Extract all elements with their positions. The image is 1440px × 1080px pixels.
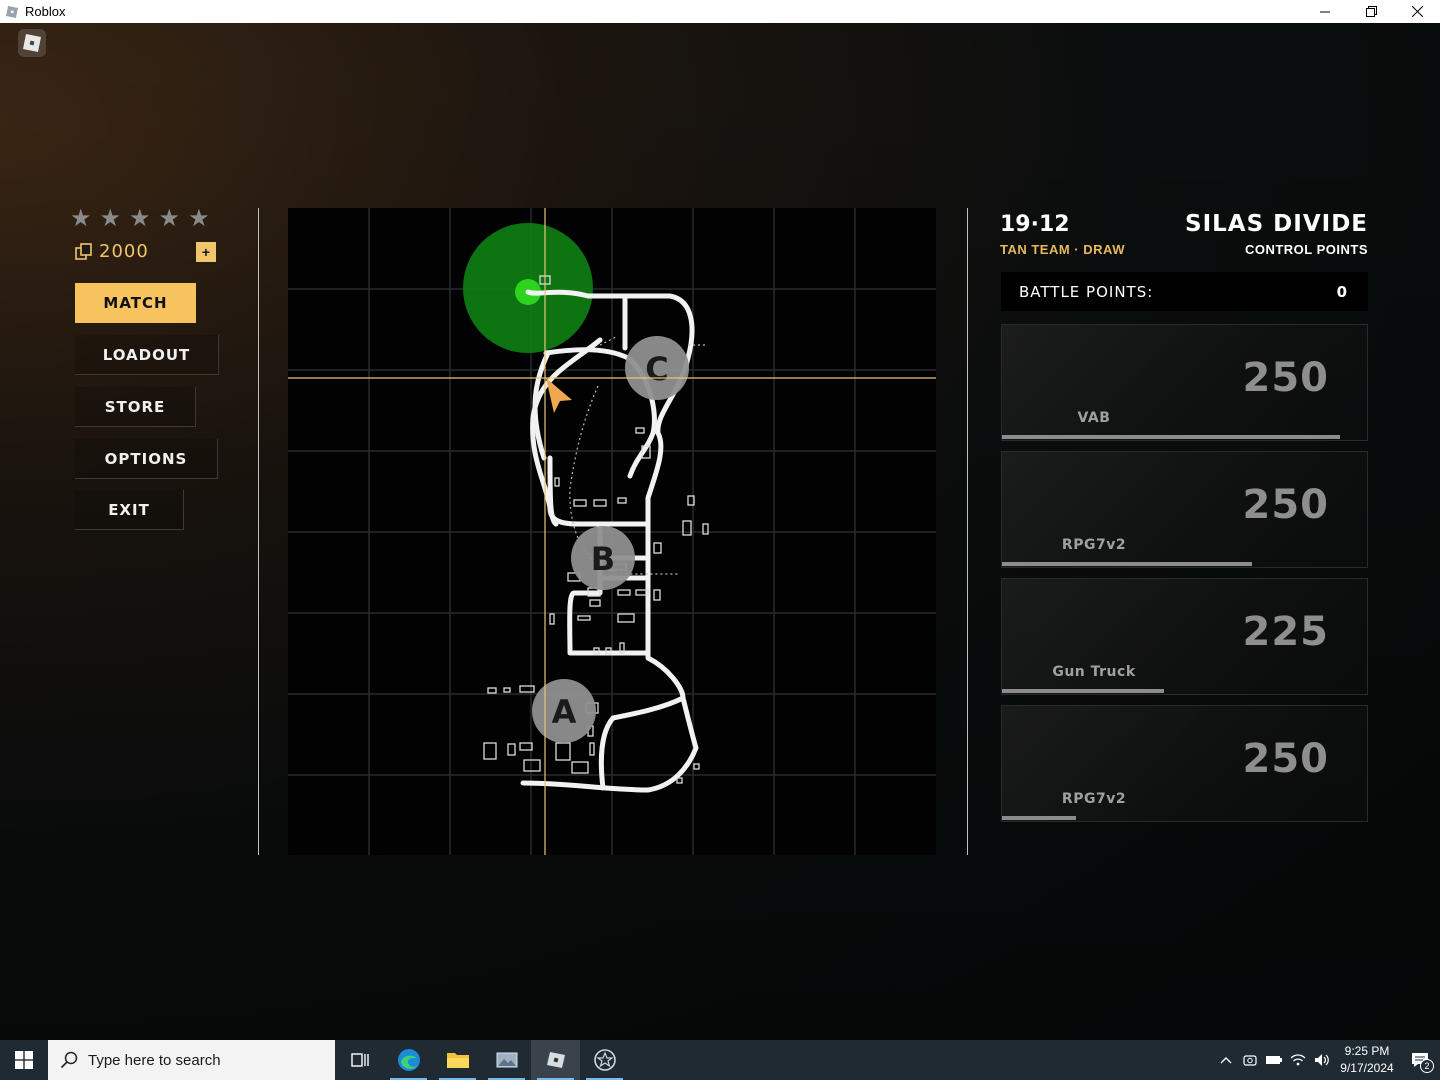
minimize-icon (1320, 11, 1330, 12)
unit-progress-fill (1002, 562, 1252, 566)
search-placeholder: Type here to search (88, 1051, 221, 1069)
volume-button[interactable] (1310, 1040, 1334, 1080)
unit-cost: 250 (1242, 736, 1329, 782)
taskbar-roblox-studio[interactable] (580, 1040, 629, 1080)
unit-card-gun-truck[interactable]: 225 Gun Truck (1001, 578, 1368, 695)
speaker-icon (1315, 1054, 1329, 1066)
team-status: TAN TEAM · DRAW (1000, 242, 1125, 257)
unit-name: RPG7v2 (1061, 791, 1127, 807)
clock-date: 9/17/2024 (1340, 1061, 1394, 1075)
control-point-c-label: C (645, 350, 668, 388)
taskbar-roblox[interactable] (531, 1040, 580, 1080)
rank-stars: ★ ★ ★ ★ ★ (70, 206, 210, 230)
match-button[interactable]: MATCH (75, 283, 196, 323)
battery-button[interactable] (1262, 1040, 1286, 1080)
star-icon: ★ (158, 204, 181, 232)
close-icon (1411, 6, 1423, 17)
unit-name: RPG7v2 (1061, 537, 1127, 553)
minimize-button[interactable] (1302, 0, 1348, 23)
control-point-b-label: B (591, 540, 615, 578)
unit-progress-bar (1002, 562, 1354, 566)
meet-now-button[interactable] (1238, 1040, 1262, 1080)
game-mode: CONTROL POINTS (1244, 242, 1368, 257)
restore-button[interactable] (1348, 0, 1394, 23)
restore-icon (1365, 6, 1377, 17)
control-point-a[interactable]: A (532, 679, 596, 743)
divider-right (967, 208, 968, 855)
task-view-icon (350, 1053, 369, 1067)
window-titlebar: Roblox (0, 0, 1440, 23)
unit-progress-fill (1002, 689, 1164, 693)
roblox-menu-button[interactable] (18, 29, 46, 57)
roblox-studio-icon (593, 1049, 616, 1071)
unit-name: Gun Truck (1052, 664, 1136, 680)
battery-icon (1266, 1056, 1282, 1064)
roblox-app-icon (6, 5, 18, 18)
unit-progress-fill (1002, 435, 1340, 439)
battle-points-label: BATTLE POINTS: (1019, 282, 1154, 301)
control-point-a-label: A (552, 693, 577, 731)
unit-card-rpg7v2-second[interactable]: 250 RPG7v2 (1001, 705, 1368, 822)
unit-progress-bar (1002, 435, 1354, 439)
wifi-icon (1290, 1054, 1306, 1066)
taskbar-clock[interactable]: 9:25 PM 9/17/2024 (1334, 1043, 1400, 1077)
currency-display: 2000 (75, 241, 149, 262)
camera-icon (1243, 1055, 1257, 1066)
file-explorer-icon (446, 1053, 469, 1068)
taskbar-photos[interactable] (482, 1040, 531, 1080)
task-view-button[interactable] (335, 1040, 384, 1080)
network-button[interactable] (1286, 1040, 1310, 1080)
battle-map[interactable]: C B A (288, 208, 936, 855)
store-button[interactable]: STORE (75, 387, 196, 427)
roblox-logo-icon (23, 34, 41, 52)
match-score: 19·12 (1000, 212, 1070, 237)
unit-name: VAB (1077, 410, 1111, 426)
add-currency-button[interactable]: + (196, 242, 216, 262)
star-icon: ★ (70, 204, 92, 232)
star-icon: ★ (129, 204, 151, 232)
show-hidden-icons-button[interactable] (1214, 1040, 1238, 1080)
game-viewport: ★ ★ ★ ★ ★ 2000 + MATCH LOADOUT STORE OPT… (0, 23, 1440, 1040)
notifications-button[interactable]: 2 (1400, 1040, 1440, 1080)
exit-button[interactable]: EXIT (75, 490, 184, 530)
battle-points-bar: BATTLE POINTS: 0 (1001, 272, 1368, 311)
star-icon: ★ (99, 204, 122, 232)
clock-time: 9:25 PM (1344, 1044, 1390, 1058)
control-point-c[interactable]: C (625, 336, 689, 400)
currency-icon (75, 242, 92, 260)
close-button[interactable] (1394, 0, 1440, 23)
loadout-button[interactable]: LOADOUT (75, 335, 219, 375)
windows-taskbar: Type here to search 9:25 PM 9/17/2024 2 (0, 1040, 1440, 1080)
battle-points-value: 0 (1336, 282, 1348, 301)
taskbar-search[interactable]: Type here to search (48, 1040, 335, 1080)
taskbar-file-explorer[interactable] (433, 1040, 482, 1080)
currency-amount: 2000 (99, 241, 149, 262)
unit-card-vab[interactable]: 250 VAB (1001, 324, 1368, 441)
unit-progress-fill (1002, 816, 1076, 820)
unit-progress-bar (1002, 816, 1354, 820)
window-title: Roblox (25, 4, 66, 19)
unit-cost: 250 (1242, 355, 1329, 401)
chevron-up-icon (1220, 1057, 1232, 1064)
taskbar-edge[interactable] (384, 1040, 433, 1080)
roblox-icon (546, 1052, 565, 1068)
divider-left (258, 208, 259, 855)
map-canvas: C B A (288, 208, 936, 855)
notification-count-badge: 2 (1420, 1059, 1434, 1073)
unit-card-rpg7v2[interactable]: 250 RPG7v2 (1001, 451, 1368, 568)
star-icon: ★ (188, 204, 210, 232)
edge-icon (397, 1049, 420, 1071)
player-arrow-icon (546, 378, 572, 413)
map-name: SILAS DIVIDE (1185, 211, 1368, 237)
windows-logo-icon (15, 1051, 33, 1069)
system-tray: 9:25 PM 9/17/2024 2 (1214, 1040, 1440, 1080)
unit-cost: 250 (1242, 482, 1329, 528)
control-point-b[interactable]: B (571, 526, 635, 590)
start-button[interactable] (0, 1040, 48, 1080)
options-button[interactable]: OPTIONS (75, 439, 218, 479)
search-icon (60, 1051, 78, 1069)
unit-progress-bar (1002, 689, 1354, 693)
unit-cost: 225 (1242, 609, 1329, 655)
photos-icon (496, 1052, 517, 1068)
